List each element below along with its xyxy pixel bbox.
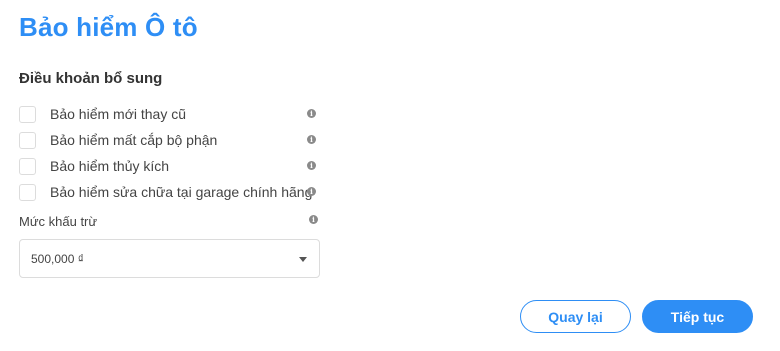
deductible-select[interactable]: 500,000 ₫ [19,239,320,278]
info-icon[interactable]: i [307,187,316,196]
section-title: Điều khoản bổ sung [19,70,163,87]
checkbox[interactable] [19,105,36,123]
info-icon[interactable]: i [307,135,316,144]
back-button[interactable]: Quay lại [520,300,631,333]
checkbox[interactable] [19,157,36,175]
info-icon[interactable]: i [307,109,316,118]
next-button[interactable]: Tiếp tục [642,300,753,333]
caret-down-icon [299,257,307,262]
page-title: Bảo hiểm Ô tô [19,12,198,42]
deductible-value: 500,000 ₫ [31,251,84,266]
option-authorized-garage[interactable]: Bảo hiểm sửa chữa tại garage chính hãng … [19,182,319,202]
option-label: Bảo hiểm sửa chữa tại garage chính hãng [50,184,313,200]
option-label: Bảo hiểm mới thay cũ [50,106,187,122]
option-label: Bảo hiểm mất cắp bộ phận [50,132,218,148]
option-label: Bảo hiểm thủy kích [50,158,170,174]
insurance-form-page: Bảo hiểm Ô tô Điều khoản bổ sung Bảo hiể… [0,0,780,351]
deductible-label: Mức khấu trừ [19,214,98,229]
info-icon[interactable]: i [307,161,316,170]
checkbox[interactable] [19,183,36,201]
option-new-for-old[interactable]: Bảo hiểm mới thay cũ i [19,104,319,124]
option-water-hammer[interactable]: Bảo hiểm thủy kích i [19,156,319,176]
checkbox[interactable] [19,131,36,149]
info-icon[interactable]: i [309,215,318,224]
option-part-theft[interactable]: Bảo hiểm mất cắp bộ phận i [19,130,319,150]
